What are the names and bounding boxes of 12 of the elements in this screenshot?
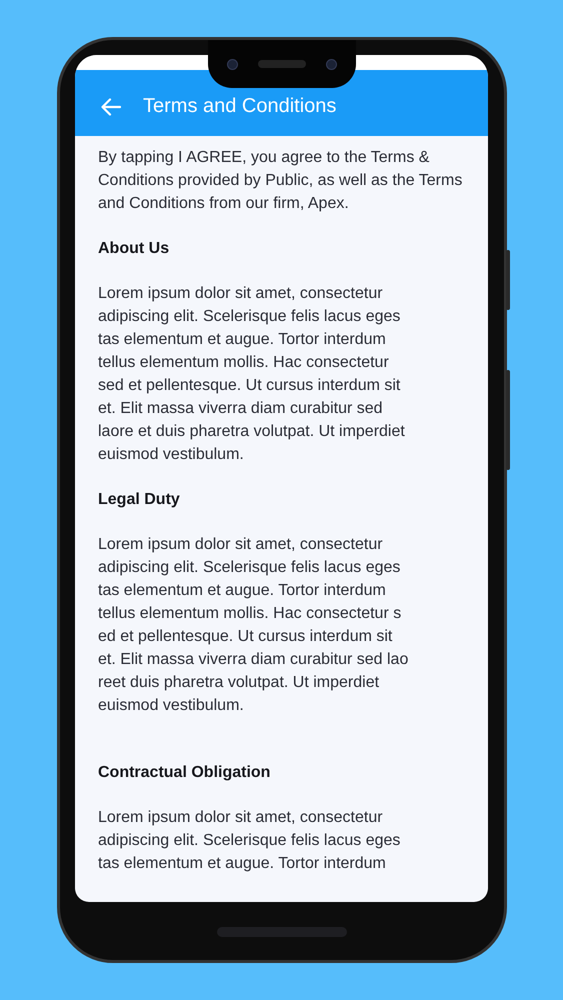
section-heading: Legal Duty	[98, 490, 181, 510]
speaker-grille	[258, 60, 306, 68]
section-heading: Contractual Obligation	[98, 763, 272, 783]
section-heading: About Us	[98, 239, 170, 259]
screen-title: Terms and Conditions	[143, 94, 336, 118]
section-text: Lorem ipsum dolor sit amet, consectetur adipiscing elit. Scelerisque felis lacus eges tas elementum et augue. Tortor interdum	[98, 808, 402, 874]
camera-icon	[226, 58, 238, 70]
section-text: Lorem ipsum dolor sit amet, consectetur adipiscing elit. Scelerisque felis lacus eges tas elementum et augue. Tortor interdum tellus elementum mollis. Hac consectetur s ed et pellentesque. Ut cursus interdum sit et. Elit massa viverra diam curabitur sed lao reet duis pharetra volutpat. Ut imperdiet euismod vestibulum.	[98, 535, 410, 716]
intro-text: By tapping I AGREE, you agree to the Terms & Conditions provided by Public, as well as the Terms and Conditions from our firm, Apex.	[98, 148, 464, 214]
section-text: Lorem ipsum dolor sit amet, consectetur adipiscing elit. Scelerisque felis lacus eges tas elementum et augue. Tortor interdum tellus elementum mollis. Hac consectetur sed et pellentesque. Ut cursus interdum sit et. Elit massa viverra diam curabitur sed laore et duis pharetra volutpat. Ut imperdiet euismod vestibulum.	[98, 284, 406, 465]
camera-icon	[326, 58, 336, 70]
back-arrow-icon[interactable]	[101, 98, 121, 116]
